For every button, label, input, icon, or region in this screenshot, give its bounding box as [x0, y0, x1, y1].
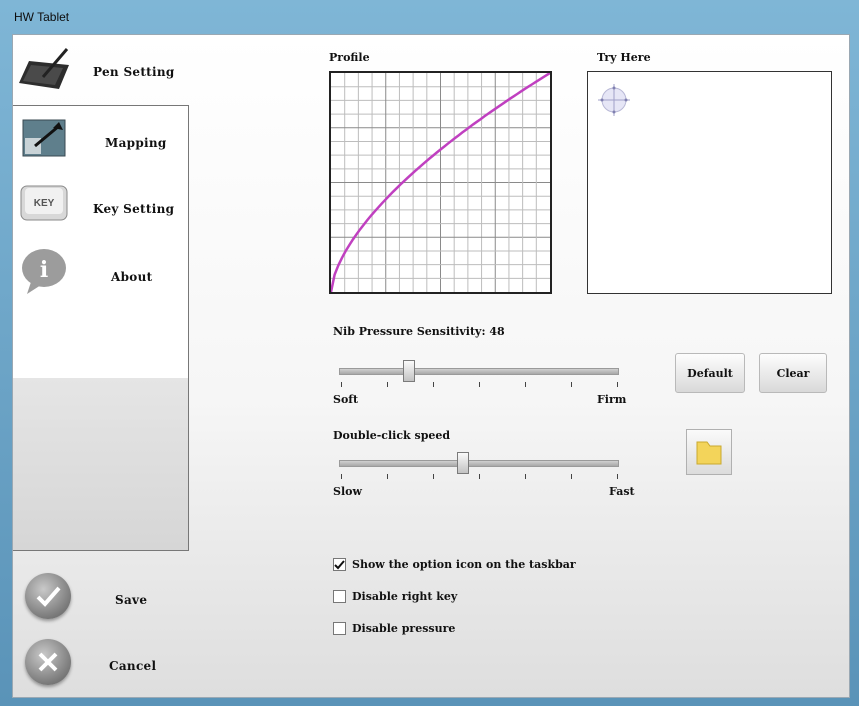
pressure-max-label: Firm: [597, 393, 627, 406]
checkbox[interactable]: [333, 621, 346, 635]
sidebar-item-label: Pen Setting: [93, 65, 175, 79]
double-click-max-label: Fast: [609, 485, 635, 498]
double-click-slider-track[interactable]: [339, 460, 619, 467]
profile-label: Profile: [329, 51, 370, 64]
slider-tick: [387, 474, 388, 479]
pressure-slider-track[interactable]: [339, 368, 619, 375]
app-window: HW Tablet Pen Setting Mapping KEY Key Se…: [0, 0, 859, 706]
option-show-taskbar-icon[interactable]: Show the option icon on the taskbar: [333, 555, 576, 573]
client-area: Pen Setting Mapping KEY Key Setting i Ab…: [12, 34, 850, 698]
checkbox-label: Show the option icon on the taskbar: [352, 557, 576, 571]
key-icon: KEY: [19, 182, 69, 228]
slider-tick: [341, 474, 342, 479]
checkbox-label: Disable pressure: [352, 621, 456, 635]
slider-tick: [571, 474, 572, 479]
slider-tick: [571, 382, 572, 387]
key-icon-text: KEY: [34, 198, 55, 209]
slider-tick: [341, 382, 342, 387]
cancel-button[interactable]: Cancel: [13, 635, 191, 693]
slider-tick: [479, 382, 480, 387]
sidebar-item-label: About: [111, 270, 153, 284]
slider-tick: [387, 382, 388, 387]
save-button[interactable]: Save: [13, 569, 191, 627]
pressure-label: Nib Pressure Sensitivity: 48: [333, 325, 505, 338]
checkbox[interactable]: [333, 589, 346, 603]
info-icon-glyph: i: [40, 257, 48, 283]
sidebar-item-pen-setting[interactable]: Pen Setting: [13, 39, 191, 101]
title-bar[interactable]: HW Tablet: [0, 0, 859, 34]
option-disable-right-key[interactable]: Disable right key: [333, 587, 457, 605]
double-click-min-label: Slow: [333, 485, 362, 498]
sidebar-item-about[interactable]: i About: [13, 242, 191, 304]
sidebar-item-mapping[interactable]: Mapping: [13, 106, 191, 168]
double-click-slider-thumb[interactable]: [456, 452, 469, 474]
default-button[interactable]: Default: [675, 353, 745, 393]
mapping-icon: [21, 118, 67, 162]
cancel-label: Cancel: [109, 659, 157, 673]
folder-button[interactable]: [686, 429, 732, 475]
sidebar-item-label: Mapping: [105, 136, 167, 150]
slider-tick: [479, 474, 480, 479]
clear-button[interactable]: Clear: [759, 353, 827, 393]
try-here-area[interactable]: [587, 71, 832, 294]
window-title: HW Tablet: [14, 10, 70, 24]
sidebar-item-key-setting[interactable]: KEY Key Setting: [13, 174, 191, 236]
pen-tablet-icon: [15, 45, 71, 97]
double-click-label: Double-click speed: [333, 429, 451, 442]
slider-tick: [617, 382, 618, 387]
save-label: Save: [115, 593, 148, 607]
info-icon: i: [19, 246, 69, 300]
sidebar-panel: Mapping KEY Key Setting i About: [13, 105, 189, 551]
sidebar-empty-area: [13, 378, 188, 550]
slider-tick: [433, 474, 434, 479]
close-icon: [25, 639, 71, 685]
checkbox[interactable]: [333, 557, 346, 571]
pressure-min-label: Soft: [333, 393, 359, 406]
sidebar-item-label: Key Setting: [93, 202, 175, 216]
profile-graph[interactable]: [329, 71, 552, 294]
folder-icon: [696, 441, 722, 465]
checkbox-label: Disable right key: [352, 589, 458, 603]
slider-tick: [433, 382, 434, 387]
slider-tick: [525, 382, 526, 387]
slider-tick: [617, 474, 618, 479]
crosshair-icon: [598, 84, 630, 116]
option-disable-pressure[interactable]: Disable pressure: [333, 619, 455, 637]
checkmark-icon: [25, 573, 71, 619]
slider-tick: [525, 474, 526, 479]
try-here-label: Try Here: [597, 51, 651, 64]
pressure-slider-thumb[interactable]: [403, 360, 416, 382]
